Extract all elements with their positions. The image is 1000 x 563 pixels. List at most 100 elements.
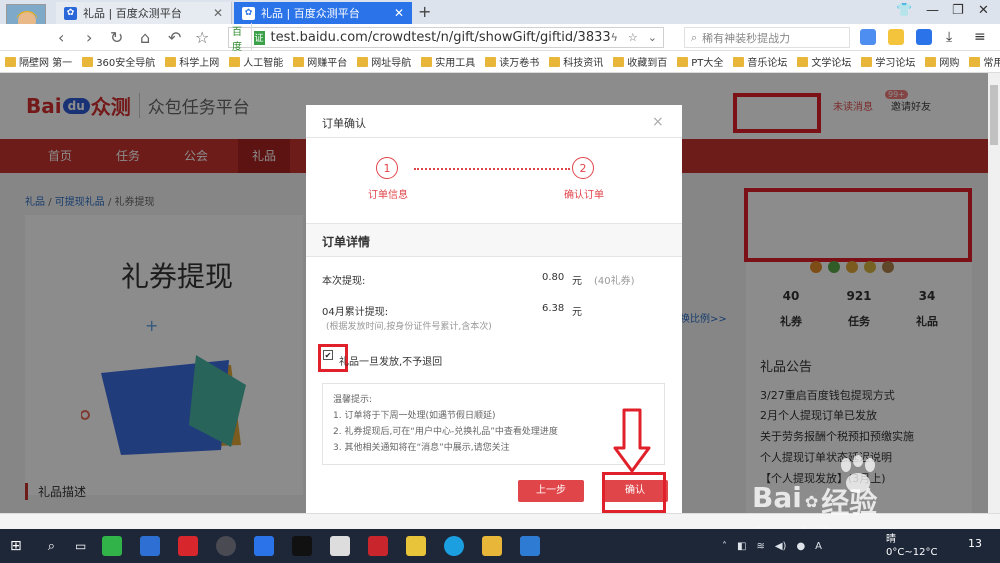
bookmark-item[interactable]: 学习论坛 — [856, 54, 920, 69]
step-connector — [414, 168, 570, 170]
tip-item: 1. 订单将于下周一处理(如遇节假日顺延) — [333, 411, 496, 421]
highlight-box — [602, 472, 666, 513]
app-icon[interactable] — [406, 536, 427, 556]
folder-icon — [165, 56, 177, 67]
volume-icon[interactable]: ◀) — [775, 541, 787, 552]
apps-icon[interactable] — [860, 29, 876, 45]
bookmark-item[interactable]: 人工智能 — [224, 54, 288, 69]
clock[interactable]: 晴 0°C~12°C — [886, 533, 937, 559]
app-tray-icon[interactable]: ● — [796, 541, 805, 552]
current-withdraw-note: (40礼券) — [594, 276, 635, 287]
undo-icon[interactable]: ↶ — [168, 28, 181, 47]
back-icon[interactable]: ‹ — [58, 28, 64, 47]
lightning-icon[interactable]: ϟ — [611, 31, 618, 44]
bookmark-item[interactable]: 读万卷书 — [480, 54, 544, 69]
dialog-title: 订单确认 — [322, 117, 366, 130]
bookmark-label: 学习论坛 — [875, 58, 916, 69]
shirt-skin-icon[interactable]: 👕 — [896, 3, 912, 18]
network-icon[interactable]: ◧ — [737, 541, 746, 552]
minimize-button[interactable]: — — [926, 3, 939, 18]
bookmark-label: 常用邮箱 — [983, 58, 1000, 69]
app-icon[interactable] — [178, 536, 199, 556]
watermark-brand-text: Bai — [752, 481, 802, 514]
close-window-button[interactable]: ✕ — [978, 3, 989, 18]
qq-icon[interactable] — [292, 536, 313, 556]
bookmark-item[interactable]: 文学论坛 — [792, 54, 856, 69]
wifi-icon[interactable]: ≋ — [756, 541, 764, 552]
maximize-button[interactable]: ❐ — [952, 3, 964, 18]
app-icon[interactable] — [368, 536, 389, 556]
folder-icon — [613, 56, 625, 67]
address-bar[interactable]: 百度 证 test.baidu.com/crowdtest/n/gift/sho… — [228, 22, 664, 53]
tips-title: 温馨提示: — [333, 395, 373, 405]
bookmark-label: 实用工具 — [435, 58, 476, 69]
close-icon[interactable]: ✕ — [213, 6, 223, 20]
weather-text: 晴 — [886, 534, 896, 545]
baidu-paw-icon: ✿ — [804, 491, 819, 511]
shield-icon[interactable] — [916, 29, 932, 45]
new-tab-button[interactable]: + — [418, 2, 431, 21]
tab-2-active[interactable]: ✿ 礼品 | 百度众测平台 ✕ — [234, 2, 412, 24]
folder-icon — [925, 56, 937, 67]
bookmark-item[interactable]: 实用工具 — [416, 54, 480, 69]
page-scrollbar[interactable] — [988, 73, 1000, 513]
step-1-label: 订单信息 — [368, 190, 408, 201]
baidu-paw-icon: ✿ — [64, 6, 77, 20]
bookmarks-bar: 隔壁网 第一 360安全导航 科学上网 人工智能 网赚平台 网址导航 实用工具 读万卷书 科技资… — [0, 51, 1000, 73]
folder-icon — [861, 56, 873, 67]
bookmark-item[interactable]: 网址导航 — [352, 54, 416, 69]
task-view-icon[interactable]: ▭ — [75, 539, 86, 553]
ime-indicator[interactable]: A — [815, 541, 822, 552]
chrome-icon[interactable] — [216, 536, 237, 556]
forward-icon[interactable]: › — [86, 28, 92, 47]
star-icon[interactable]: ☆ — [628, 31, 638, 44]
bookmark-label: 网址导航 — [371, 58, 412, 69]
bookmark-label: 文学论坛 — [811, 58, 852, 69]
address-brand: 百度 — [229, 22, 252, 53]
bookmark-item[interactable]: 收藏到百 — [608, 54, 672, 69]
app-icon[interactable] — [254, 536, 275, 556]
month-withdraw-label: 04月累计提现: — [322, 307, 389, 318]
app-icon[interactable] — [140, 536, 161, 556]
folder-icon — [797, 56, 809, 67]
bookmark-item[interactable]: 常用邮箱 — [964, 54, 1000, 69]
notification-count[interactable]: 13 — [968, 537, 982, 550]
app-icon[interactable] — [330, 536, 351, 556]
search-icon[interactable]: ⌕ — [48, 539, 55, 554]
bookmark-item[interactable]: 科技资讯 — [544, 54, 608, 69]
bookmark-item[interactable]: 隔壁网 第一 — [0, 54, 77, 69]
bookmark-item[interactable]: 360安全导航 — [77, 54, 160, 69]
step-1-circle: 1 — [376, 157, 398, 179]
agree-checkbox-label[interactable]: 礼品一旦发放,不予退回 — [339, 353, 442, 368]
tab-1[interactable]: ✿ 礼品 | 百度众测平台 ✕ — [56, 2, 232, 24]
close-icon[interactable]: ✕ — [394, 6, 404, 20]
download-icon[interactable]: ⤓ — [946, 29, 952, 45]
bookmark-item[interactable]: 音乐论坛 — [728, 54, 792, 69]
bookmark-item[interactable]: PT大全 — [672, 54, 728, 69]
bookmark-item[interactable]: 网购 — [920, 54, 964, 69]
previous-step-button[interactable]: 上一步 — [518, 480, 584, 502]
bookmark-label: 音乐论坛 — [747, 58, 788, 69]
extension-icon[interactable] — [888, 29, 904, 45]
wechat-icon[interactable] — [102, 536, 123, 556]
star-icon[interactable]: ☆ — [195, 28, 209, 47]
close-icon[interactable]: × — [652, 114, 664, 130]
app-icon[interactable] — [520, 536, 541, 556]
current-withdraw-unit: 元 — [572, 276, 582, 287]
bookmark-item[interactable]: 网赚平台 — [288, 54, 352, 69]
folder-icon[interactable] — [482, 536, 503, 556]
refresh-icon[interactable]: ↻ — [110, 28, 123, 47]
certificate-icon: 证 — [253, 30, 265, 45]
month-withdraw-unit: 元 — [572, 307, 582, 318]
bookmark-label: 读万卷书 — [499, 58, 540, 69]
home-icon[interactable]: ⌂ — [140, 28, 150, 47]
tab-1-label: 礼品 | 百度众测平台 — [83, 7, 182, 20]
bookmark-label: 人工智能 — [243, 58, 284, 69]
chevron-down-icon[interactable]: ⌄ — [648, 31, 657, 44]
chevron-up-icon[interactable]: ˄ — [722, 541, 727, 552]
search-box[interactable]: ⌕ 稀有神装秒提战力 — [684, 27, 850, 48]
bookmark-item[interactable]: 科学上网 — [160, 54, 224, 69]
windows-start-icon[interactable]: ⊞ — [10, 538, 22, 554]
browser-icon[interactable] — [444, 536, 465, 556]
menu-icon[interactable]: ≡ — [974, 29, 986, 45]
